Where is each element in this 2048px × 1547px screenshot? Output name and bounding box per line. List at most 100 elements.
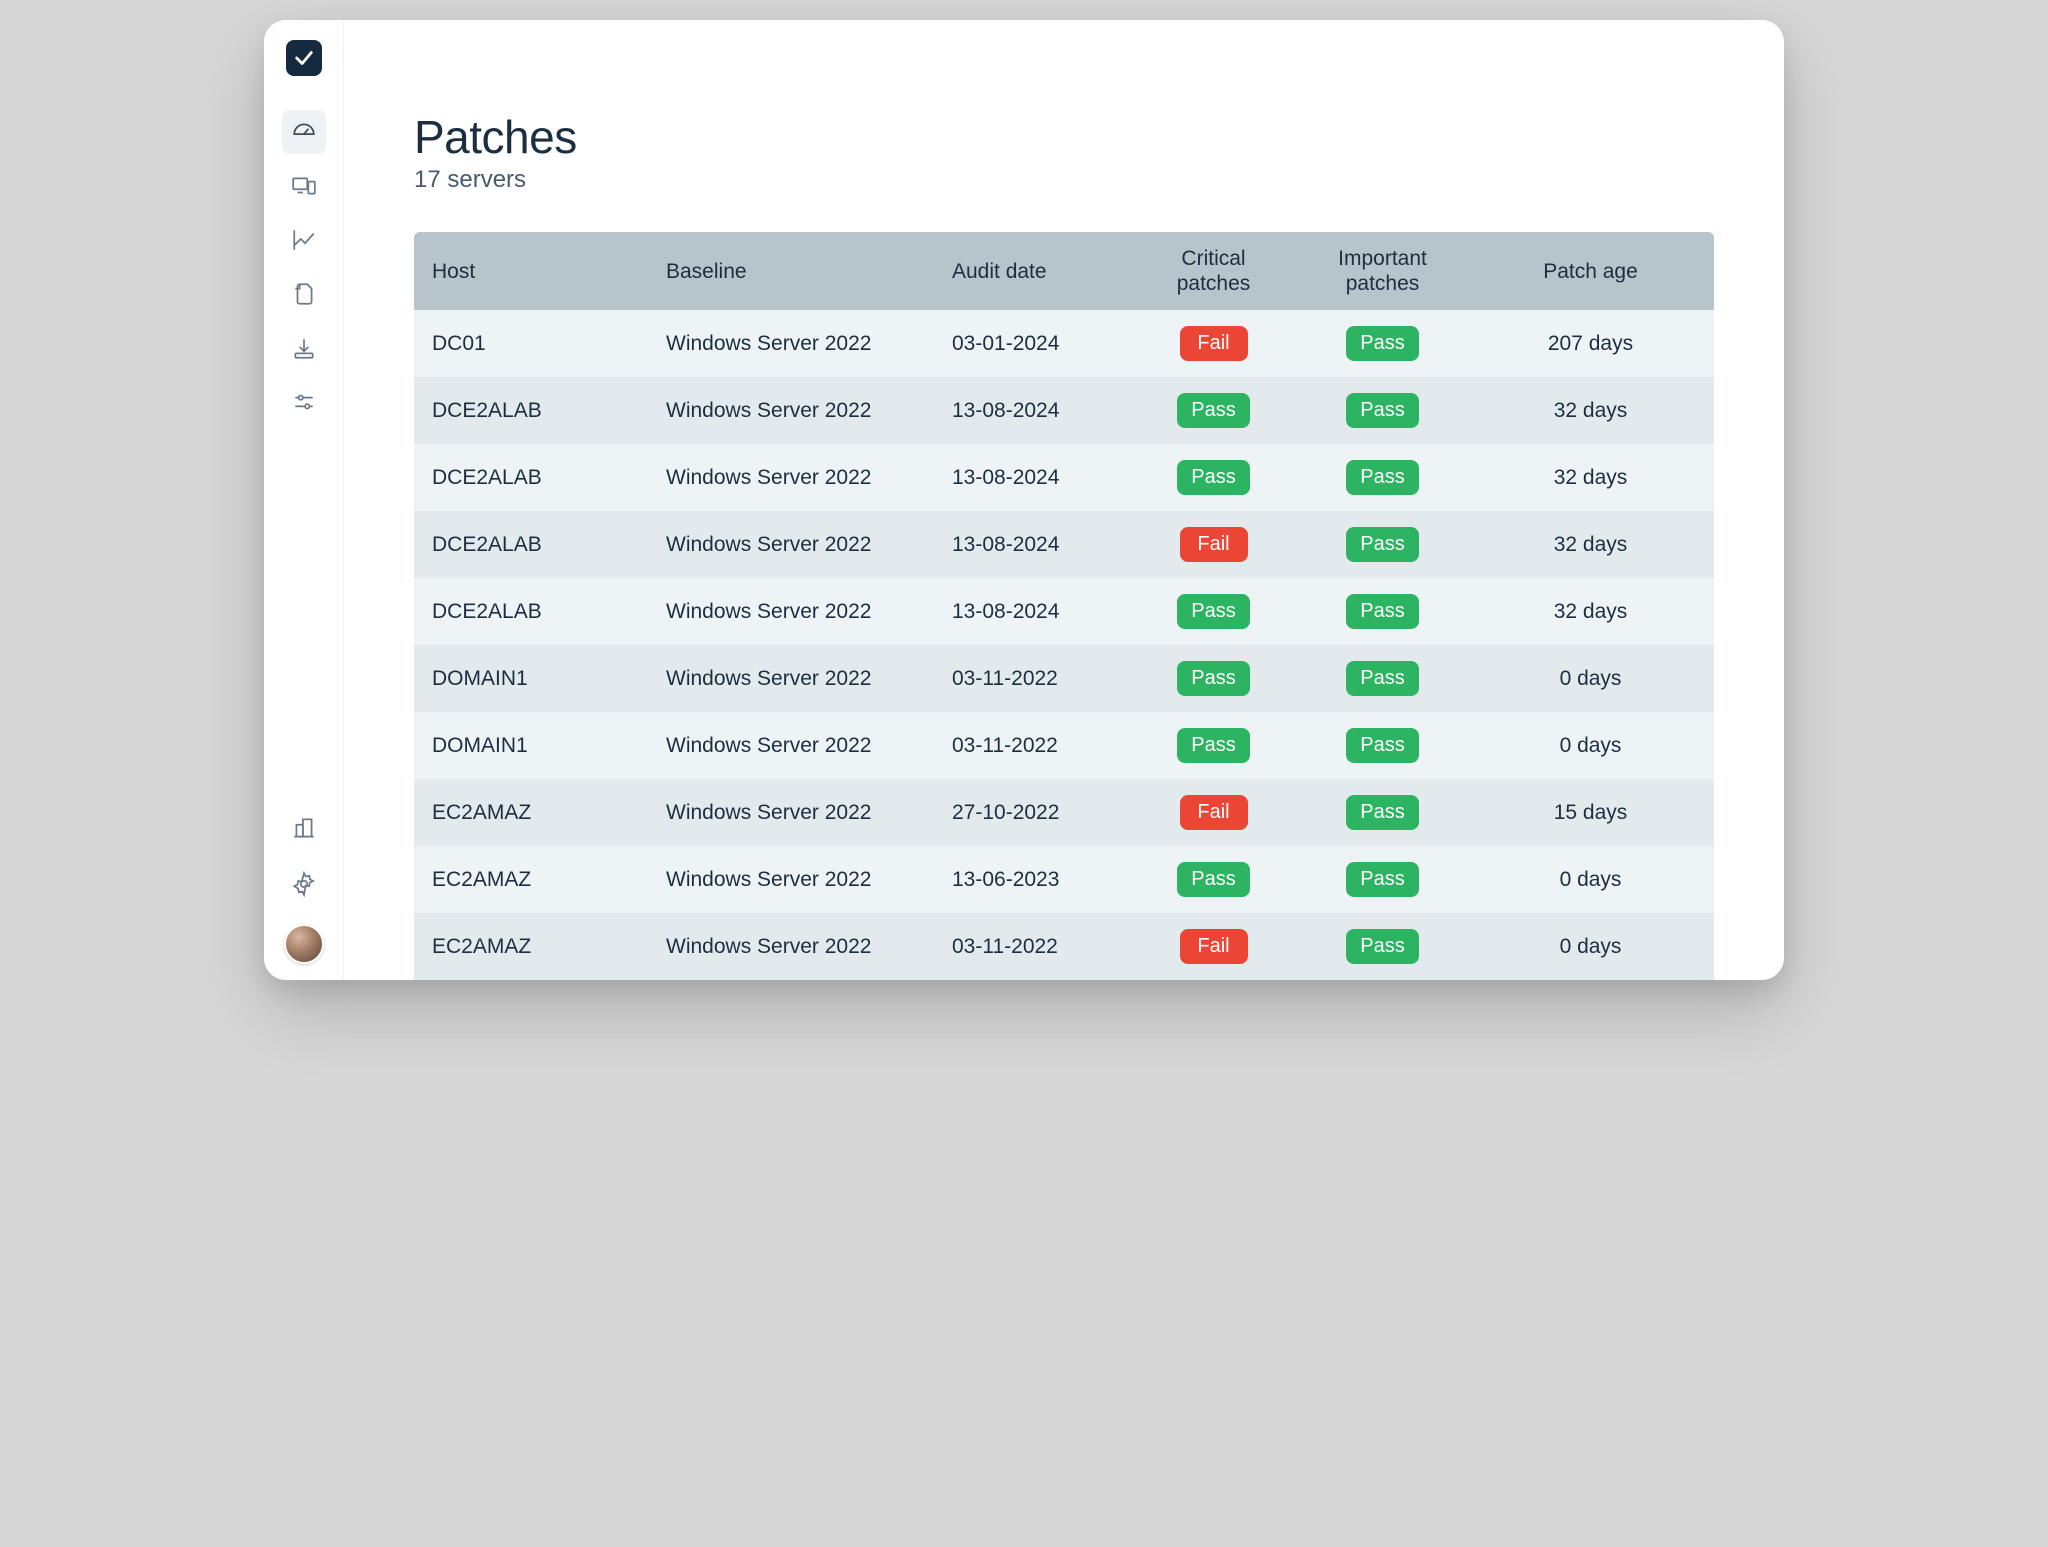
table-body: DC01Windows Server 202203-01-2024FailPas… xyxy=(414,310,1714,980)
cell-host: DCE2ALAB xyxy=(414,377,648,444)
nav-bottom xyxy=(282,806,326,964)
nav-dashboard[interactable] xyxy=(282,110,326,154)
cell-audit: 13-08-2024 xyxy=(934,377,1129,444)
pass-badge: Pass xyxy=(1177,661,1249,696)
nav-filters[interactable] xyxy=(282,380,326,424)
col-patch-age[interactable]: Patch age xyxy=(1467,232,1714,310)
col-critical[interactable]: Criticalpatches xyxy=(1129,232,1298,310)
nav-devices[interactable] xyxy=(282,164,326,208)
table-row[interactable]: DOMAIN1Windows Server 202203-11-2022 Pass… xyxy=(414,645,1714,712)
nav-org[interactable] xyxy=(282,806,326,850)
cell-age: 32 days xyxy=(1467,377,1714,444)
cell-important: Pass xyxy=(1298,779,1467,846)
cell-important: Pass xyxy=(1298,712,1467,779)
devices-icon xyxy=(291,173,317,199)
cell-critical: Pass xyxy=(1129,645,1298,712)
page-title: Patches xyxy=(414,110,1714,164)
cell-important: Pass xyxy=(1298,377,1467,444)
cell-baseline: Windows Server 2022 xyxy=(648,310,934,377)
cell-important: Pass xyxy=(1298,913,1467,980)
cell-audit: 13-06-2023 xyxy=(934,846,1129,913)
user-avatar[interactable] xyxy=(284,924,324,964)
pass-badge: Pass xyxy=(1346,527,1418,562)
cell-baseline: Windows Server 2022 xyxy=(648,846,934,913)
cell-host: DCE2ALAB xyxy=(414,511,648,578)
cell-important: Pass xyxy=(1298,511,1467,578)
cell-baseline: Windows Server 2022 xyxy=(648,578,934,645)
col-host[interactable]: Host xyxy=(414,232,648,310)
cell-age: 32 days xyxy=(1467,578,1714,645)
table-row[interactable]: DCE2ALABWindows Server 202213-08-2024Pas… xyxy=(414,578,1714,645)
pass-badge: Pass xyxy=(1346,393,1418,428)
cell-critical: Fail xyxy=(1129,310,1298,377)
gear-icon xyxy=(291,871,317,897)
pass-badge: Pass xyxy=(1177,594,1249,629)
table-row[interactable]: DCE2ALABWindows Server 202213-08-2024 Fai… xyxy=(414,511,1714,578)
pass-badge: Pass xyxy=(1177,862,1249,897)
table-row[interactable]: EC2AMAZWindows Server 202227-10-2022Fail… xyxy=(414,779,1714,846)
col-important[interactable]: Importantpatches xyxy=(1298,232,1467,310)
fail-badge: Fail xyxy=(1180,929,1248,964)
col-audit-date[interactable]: Audit date xyxy=(934,232,1129,310)
document-icon xyxy=(291,281,317,307)
pass-badge: Pass xyxy=(1346,728,1418,763)
pass-badge: Pass xyxy=(1346,661,1418,696)
cell-baseline: Windows Server 2022 xyxy=(648,779,934,846)
table-row[interactable]: EC2AMAZWindows Server 202213-06-2023Pass… xyxy=(414,846,1714,913)
table-row[interactable]: DOMAIN1Windows Server 202203-11-2022 Pass… xyxy=(414,712,1714,779)
cell-age: 0 days xyxy=(1467,712,1714,779)
page-subtitle: 17 servers xyxy=(414,166,1714,194)
chart-line-icon xyxy=(291,227,317,253)
nav-settings[interactable] xyxy=(282,862,326,906)
cell-audit: 03-11-2022 xyxy=(934,645,1129,712)
pass-badge: Pass xyxy=(1177,460,1249,495)
main-content: Patches 17 servers Host Baseline Audit d… xyxy=(344,20,1784,980)
cell-critical: Pass xyxy=(1129,377,1298,444)
cell-age: 207 days xyxy=(1467,310,1714,377)
table-row[interactable]: DCE2ALABWindows Server 202213-08-2024Pas… xyxy=(414,444,1714,511)
fail-badge: Fail xyxy=(1180,527,1248,562)
pass-badge: Pass xyxy=(1177,728,1249,763)
cell-baseline: Windows Server 2022 xyxy=(648,377,934,444)
cell-host: DOMAIN1 xyxy=(414,712,648,779)
cell-important: Pass xyxy=(1298,444,1467,511)
cell-important: Pass xyxy=(1298,578,1467,645)
cell-critical: Fail xyxy=(1129,779,1298,846)
cell-critical: Fail xyxy=(1129,511,1298,578)
cell-baseline: Windows Server 2022 xyxy=(648,712,934,779)
pass-badge: Pass xyxy=(1346,795,1418,830)
cell-audit: 03-11-2022 xyxy=(934,913,1129,980)
check-icon xyxy=(293,47,315,69)
gauge-icon xyxy=(291,119,317,145)
cell-baseline: Windows Server 2022 xyxy=(648,645,934,712)
table-row[interactable]: DCE2ALABWindows Server 202213-08-2024Pas… xyxy=(414,377,1714,444)
cell-baseline: Windows Server 2022 xyxy=(648,444,934,511)
sidebar xyxy=(264,20,344,980)
cell-audit: 03-11-2022 xyxy=(934,712,1129,779)
cell-audit: 27-10-2022 xyxy=(934,779,1129,846)
nav-reports[interactable] xyxy=(282,272,326,316)
cell-host: DOMAIN1 xyxy=(414,645,648,712)
nav-top xyxy=(282,110,326,424)
cell-audit: 13-08-2024 xyxy=(934,511,1129,578)
cell-audit: 03-01-2024 xyxy=(934,310,1129,377)
cell-critical: Pass xyxy=(1129,444,1298,511)
cell-age: 0 days xyxy=(1467,645,1714,712)
cell-audit: 13-08-2024 xyxy=(934,444,1129,511)
nav-downloads[interactable] xyxy=(282,326,326,370)
cell-host: DC01 xyxy=(414,310,648,377)
cell-baseline: Windows Server 2022 xyxy=(648,511,934,578)
cell-important: Pass xyxy=(1298,846,1467,913)
cell-important: Pass xyxy=(1298,310,1467,377)
table-row[interactable]: DC01Windows Server 202203-01-2024FailPas… xyxy=(414,310,1714,377)
col-baseline[interactable]: Baseline xyxy=(648,232,934,310)
pass-badge: Pass xyxy=(1346,862,1418,897)
app-logo[interactable] xyxy=(286,40,322,76)
app-window: Patches 17 servers Host Baseline Audit d… xyxy=(264,20,1784,980)
nav-trends[interactable] xyxy=(282,218,326,262)
table-row[interactable]: EC2AMAZWindows Server 202203-11-2022Fail… xyxy=(414,913,1714,980)
table-header-row: Host Baseline Audit date Criticalpatches… xyxy=(414,232,1714,310)
patches-table-wrap: Host Baseline Audit date Criticalpatches… xyxy=(414,232,1714,980)
cell-critical: Fail xyxy=(1129,913,1298,980)
cell-critical: Pass xyxy=(1129,846,1298,913)
